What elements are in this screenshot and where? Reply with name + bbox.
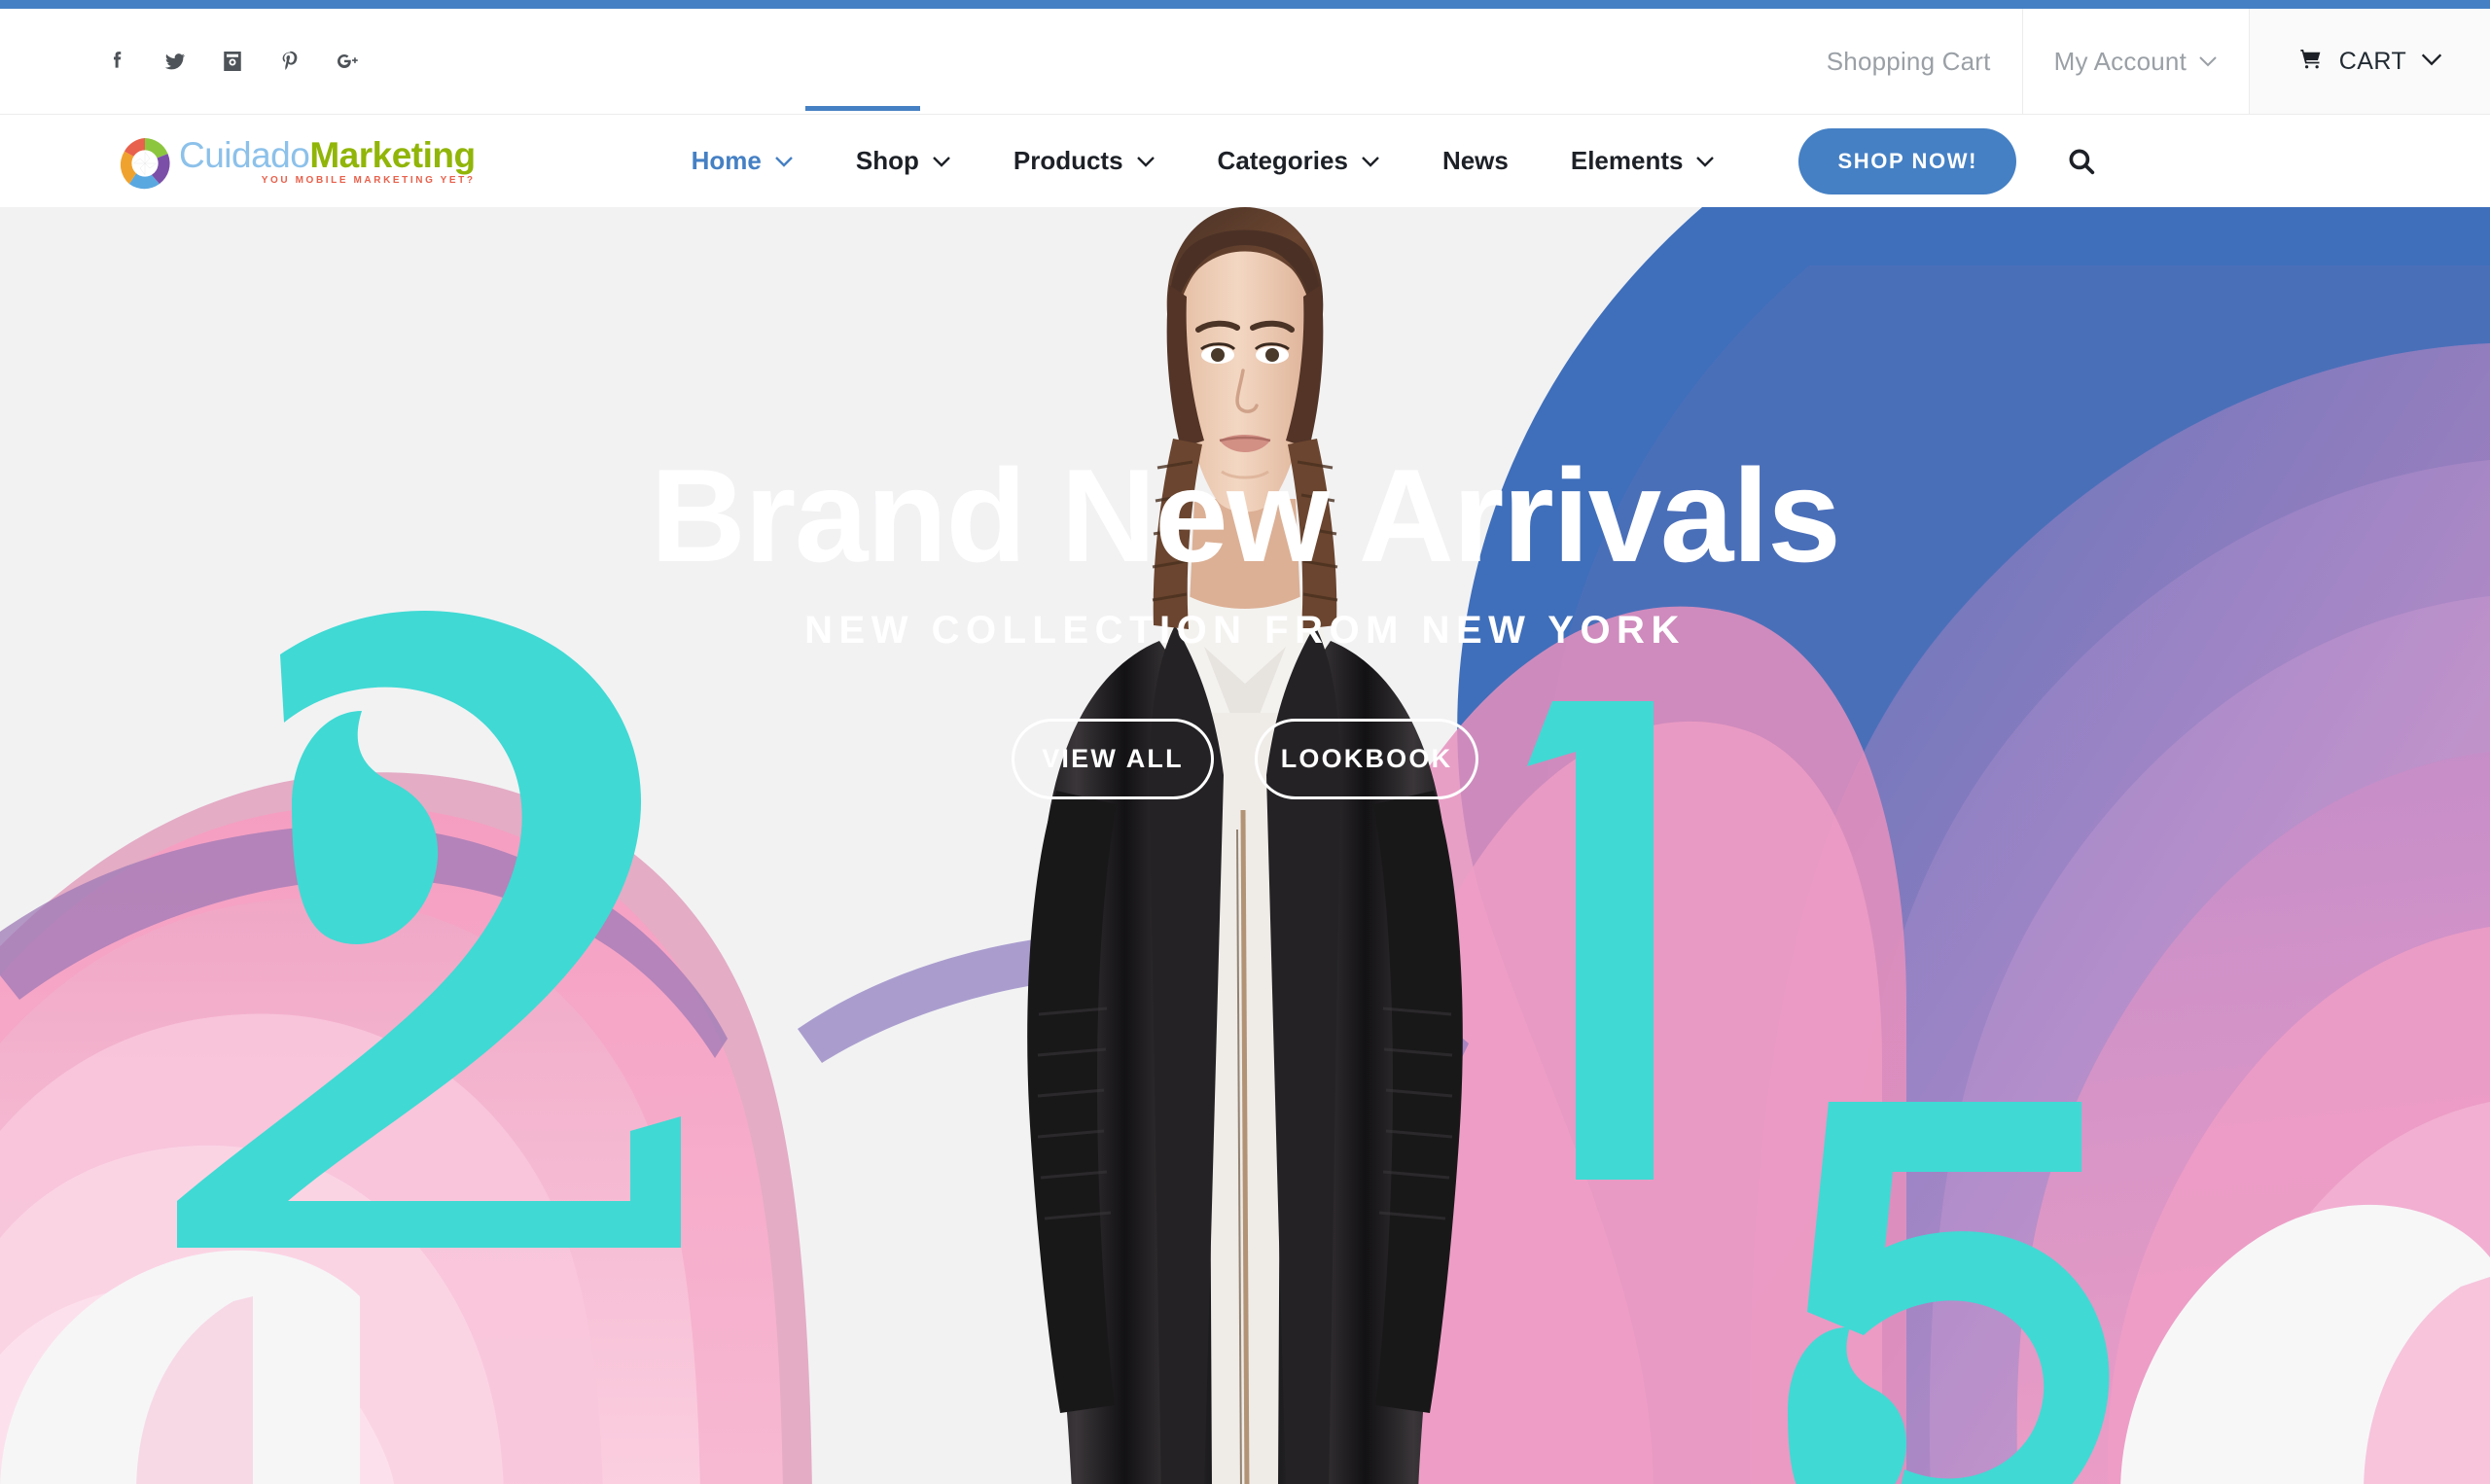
hero-model-photo (943, 207, 1547, 1484)
nav-item-news[interactable]: News (1411, 146, 1540, 176)
chevron-down-icon (2198, 55, 2218, 67)
hero-subtitle: NEW COLLECTION FROM NEW YORK (804, 608, 1686, 652)
chevron-down-icon (1695, 156, 1715, 167)
my-account-label: My Account (2053, 46, 2187, 76)
site-logo[interactable]: CuidadoMarketing YOU MOBILE MARKETING YE… (0, 133, 476, 190)
twitter-icon[interactable] (159, 45, 192, 78)
nav-item-label: News (1441, 146, 1509, 175)
chevron-down-icon (932, 156, 951, 167)
my-account-menu[interactable]: My Account (2021, 9, 2249, 114)
search-icon[interactable] (2061, 141, 2102, 182)
instagram-icon[interactable] (216, 45, 249, 78)
logo-name-part-b: Marketing (309, 134, 476, 175)
chevron-down-icon (1361, 156, 1380, 167)
chevron-down-icon (2420, 53, 2443, 71)
view-all-button[interactable]: VIEW ALL (1012, 718, 1214, 799)
hero-cta-group: VIEW ALL LOOKBOOK (0, 718, 2490, 799)
active-nav-indicator (805, 106, 920, 111)
chevron-down-icon (1136, 156, 1156, 167)
nav-item-label: Categories (1217, 146, 1348, 175)
nav-item-home[interactable]: Home (660, 146, 825, 176)
logo-text: CuidadoMarketing YOU MOBILE MARKETING YE… (179, 137, 476, 186)
nav-item-label: Shop (855, 146, 919, 175)
cart-dropdown[interactable]: CART (2249, 9, 2490, 114)
main-header: CuidadoMarketing YOU MOBILE MARKETING YE… (0, 106, 2490, 207)
lookbook-button[interactable]: LOOKBOOK (1255, 718, 1478, 799)
shop-now-button[interactable]: SHOP NOW! (1798, 127, 2017, 194)
utility-spacer (364, 9, 1796, 114)
social-links (0, 9, 364, 114)
hero-title: Brand New Arrivals (650, 442, 1841, 589)
shopping-cart-label: Shopping Cart (1826, 46, 1991, 76)
primary-navigation: Home Shop Products Categories News Eleme… (660, 146, 1747, 176)
nav-item-products[interactable]: Products (982, 146, 1187, 176)
logo-tagline: YOU MOBILE MARKETING YET? (261, 174, 476, 186)
hero-banner: Brand New Arrivals NEW COLLECTION FROM N… (0, 207, 2490, 1484)
facebook-icon[interactable] (101, 45, 134, 78)
hero-content: Brand New Arrivals NEW COLLECTION FROM N… (0, 446, 2490, 799)
logo-name-part-a: Cuidado (179, 134, 310, 175)
logo-mark-icon (115, 133, 175, 190)
pinterest-icon[interactable] (273, 45, 306, 78)
nav-item-shop[interactable]: Shop (825, 146, 982, 176)
cart-icon (2296, 45, 2326, 79)
nav-item-elements[interactable]: Elements (1540, 146, 1747, 176)
nav-item-categories[interactable]: Categories (1187, 146, 1411, 176)
utility-bar: Shopping Cart My Account CART (0, 9, 2490, 115)
nav-item-label: Home (691, 146, 762, 175)
cart-label: CART (2338, 47, 2407, 75)
shopping-cart-link[interactable]: Shopping Cart (1796, 9, 2022, 114)
googleplus-icon[interactable] (331, 45, 364, 78)
top-accent-strip (0, 0, 2490, 9)
utility-links: Shopping Cart My Account (1796, 9, 2249, 114)
nav-item-label: Products (1013, 146, 1123, 175)
nav-item-label: Elements (1570, 146, 1684, 175)
chevron-down-icon (774, 156, 794, 167)
